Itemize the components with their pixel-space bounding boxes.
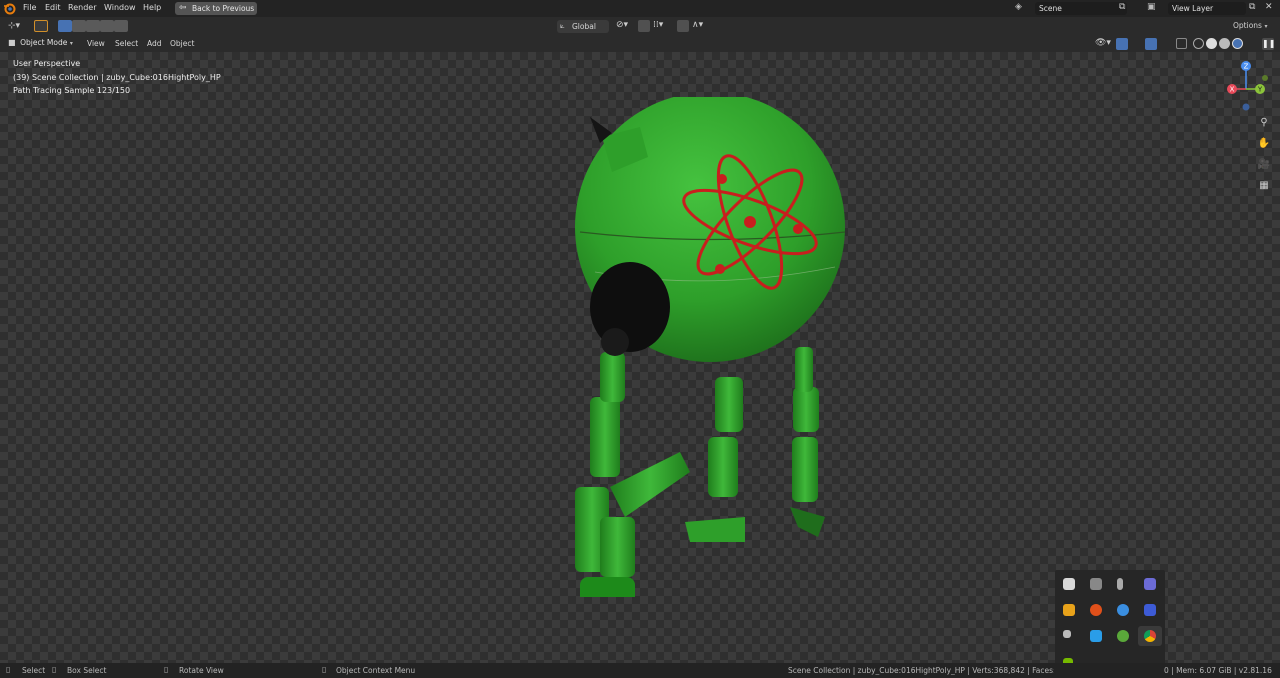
shading-wireframe-icon[interactable] <box>1193 38 1204 49</box>
back-arrow-icon: ⇦ <box>179 3 187 13</box>
memory-version-label: 0 | Mem: 6.07 GiB | v2.81.16 <box>1164 666 1272 675</box>
status-rotate-label: Rotate View <box>179 666 224 675</box>
tray-app-8-icon[interactable] <box>1144 604 1156 616</box>
scene-name-field[interactable]: Scene <box>1035 2 1127 15</box>
menu-render[interactable]: Render <box>68 3 96 12</box>
snap-element-icon[interactable]: ⁞⁞▾ <box>653 20 663 30</box>
chevron-down-icon: ▾ <box>69 40 73 47</box>
pan-hand-icon[interactable]: ✋ <box>1256 136 1272 152</box>
status-box-select-label: Box Select <box>67 666 107 675</box>
tray-app-2-icon[interactable] <box>1090 578 1102 590</box>
system-tray-popup <box>1055 570 1165 678</box>
orientation-icon: ⟀ <box>560 21 565 30</box>
new-scene-icon[interactable]: ⧉ <box>1119 2 1125 12</box>
tray-app-9-icon[interactable] <box>1063 630 1071 638</box>
pause-render-icon[interactable]: ❚❚ <box>1262 38 1275 50</box>
scene-stats-label: Scene Collection | zuby_Cube:016HightPol… <box>788 666 1054 675</box>
select-mode-subtract-icon[interactable] <box>86 20 100 32</box>
shading-solid-icon[interactable] <box>1206 38 1217 49</box>
grid-toggle-icon[interactable]: ▦ <box>1256 178 1272 194</box>
camera-view-icon[interactable]: 🎥 <box>1256 157 1272 173</box>
xray-toggle-icon[interactable] <box>1176 38 1187 49</box>
pivot-point-icon[interactable]: ⊘▾ <box>616 20 628 30</box>
select-mode-new-icon[interactable] <box>58 20 72 32</box>
view-perspective-label: User Perspective <box>13 59 81 68</box>
gizmo-toggle-icon[interactable] <box>1116 38 1128 50</box>
chevron-down-icon: ▾ <box>1264 23 1268 30</box>
status-select-label: Select <box>22 666 46 675</box>
gizmo-x-label: X <box>1230 86 1235 94</box>
navigation-gizmo[interactable]: Z X Y <box>1220 57 1275 117</box>
tray-app-4-icon[interactable] <box>1144 578 1156 590</box>
select-mode-invert-icon[interactable] <box>100 20 114 32</box>
mouse-left-icon: ▯ <box>6 665 11 674</box>
menu-object[interactable]: Object <box>170 39 194 48</box>
top-menubar: File Edit Render Window Help ⇦ Back to P… <box>0 0 1280 17</box>
select-mode-intersect-icon[interactable] <box>114 20 128 32</box>
falloff-icon[interactable]: ∧▾ <box>692 20 703 30</box>
visibility-icon[interactable]: 👁▾ <box>1095 38 1111 48</box>
proportional-edit-icon[interactable] <box>677 20 689 32</box>
remove-view-layer-icon[interactable]: ✕ <box>1265 2 1273 12</box>
object-mode-icon: ■ <box>8 38 16 47</box>
menu-edit[interactable]: Edit <box>45 3 61 12</box>
tool-header: ⊹▾ ⟀ Global ⊘▾ ⁞⁞▾ ∧▾ Options ▾ <box>0 17 1280 36</box>
menu-help[interactable]: Help <box>143 3 161 12</box>
back-to-previous-button[interactable]: ⇦ Back to Previous <box>175 2 257 15</box>
tray-firefox-icon[interactable] <box>1090 604 1102 616</box>
collection-info-label: (39) Scene Collection | zuby_Cube:016Hig… <box>13 73 221 82</box>
view-layer-field[interactable]: View Layer <box>1168 2 1246 15</box>
transform-orientation-dropdown[interactable]: ⟀ Global <box>557 20 609 33</box>
status-bar: ▯ Select ▯ Box Select ▯ Rotate View ▯ Ob… <box>0 663 1280 678</box>
mouse-drag-icon: ▯ <box>52 665 57 674</box>
zoom-icon[interactable]: ⚲ <box>1256 115 1272 131</box>
options-dropdown[interactable]: Options ▾ <box>1233 21 1268 30</box>
menu-select[interactable]: Select <box>115 39 138 48</box>
viewport-header: ■ Object Mode ▾ View Select Add Object 👁… <box>0 36 1280 52</box>
scene-icon: ◈ <box>1015 2 1022 12</box>
render-progress-label: Path Tracing Sample 123/150 <box>13 86 131 95</box>
shading-material-icon[interactable] <box>1219 38 1230 49</box>
robot-render <box>575 97 846 597</box>
tray-app-7-icon[interactable] <box>1117 604 1129 616</box>
shading-rendered-icon[interactable] <box>1232 38 1243 49</box>
new-view-layer-icon[interactable]: ⧉ <box>1249 2 1255 12</box>
tray-app-10-icon[interactable] <box>1090 630 1102 642</box>
view-layer-icon: ▣ <box>1147 2 1156 12</box>
view-layer-selector[interactable]: ▣ View Layer ⧉ ✕ <box>1147 2 1277 15</box>
status-context-menu-label: Object Context Menu <box>336 666 416 675</box>
tray-usb-icon[interactable] <box>1117 578 1123 590</box>
tray-app-5-icon[interactable] <box>1063 604 1075 616</box>
menu-add[interactable]: Add <box>147 39 162 48</box>
menu-file[interactable]: File <box>23 3 36 12</box>
menu-window[interactable]: Window <box>104 3 136 12</box>
tray-chrome-icon <box>1144 630 1156 642</box>
scene-selector[interactable]: ◈ Scene ⧉ <box>1015 2 1135 15</box>
tray-app-1-icon[interactable] <box>1063 578 1075 590</box>
menu-view[interactable]: View <box>87 39 105 48</box>
select-mode-extend-icon[interactable] <box>72 20 86 32</box>
select-tool-icon[interactable] <box>34 20 48 32</box>
gizmo-z-label: Z <box>1244 63 1249 71</box>
mode-dropdown[interactable]: ■ Object Mode ▾ <box>8 38 80 50</box>
blender-logo-icon[interactable] <box>3 2 16 15</box>
tray-chrome-slot[interactable] <box>1138 626 1162 646</box>
mouse-middle-icon: ▯ <box>164 665 169 674</box>
mouse-right-icon: ▯ <box>322 665 327 674</box>
snap-toggle-icon[interactable] <box>638 20 650 32</box>
gizmo-y-label: Y <box>1257 86 1263 94</box>
overlay-toggle-icon[interactable] <box>1145 38 1157 50</box>
tray-app-11-icon[interactable] <box>1117 630 1129 642</box>
editor-type-icon[interactable]: ⊹▾ <box>8 21 20 31</box>
